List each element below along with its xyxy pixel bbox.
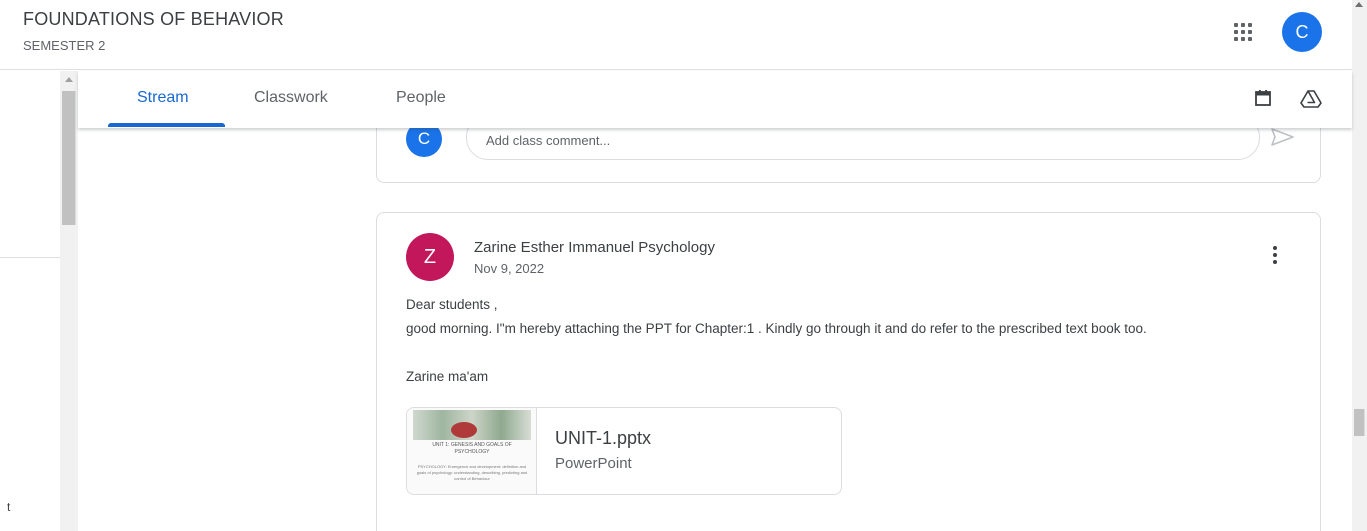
app-header: FOUNDATIONS OF BEHAVIOR SEMESTER 2 C (0, 0, 1352, 70)
post-author: Zarine Esther Immanuel Psychology (474, 239, 715, 256)
class-subtitle: SEMESTER 2 (23, 38, 106, 53)
left-panel-divider (0, 257, 60, 258)
attachment-thumbnail[interactable]: UNIT 1: GENESIS AND GOALS OF PSYCHOLOGY … (407, 408, 537, 494)
post-body-line: Dear students , (406, 297, 498, 312)
thumbnail-heading: UNIT 1: GENESIS AND GOALS OF PSYCHOLOGY (432, 442, 512, 455)
more-options-icon[interactable] (1269, 246, 1281, 270)
scrollbar-thumb[interactable] (1354, 409, 1365, 436)
scroll-up-arrow-icon[interactable] (1355, 2, 1363, 7)
post-body: Dear students , good morning. I"m hereby… (406, 293, 1286, 389)
tab-people[interactable]: People (396, 89, 446, 107)
announcement-post: Z Zarine Esther Immanuel Psychology Nov … (376, 212, 1321, 531)
attachment-type: PowerPoint (555, 455, 632, 472)
send-icon[interactable] (1270, 126, 1296, 148)
thumbnail-text: PSYCHOLOGY: Emergence and development; d… (416, 464, 528, 481)
post-date: Nov 9, 2022 (474, 261, 545, 276)
calendar-icon[interactable] (1254, 89, 1272, 107)
google-apps-icon[interactable] (1232, 21, 1254, 43)
class-title[interactable]: FOUNDATIONS OF BEHAVIOR (23, 9, 284, 30)
left-panel (0, 71, 60, 531)
page-scrollbar[interactable] (1352, 0, 1367, 531)
active-tab-indicator (108, 123, 225, 127)
author-avatar: Z (406, 233, 454, 281)
scrollbar-thumb[interactable] (62, 91, 76, 225)
scroll-up-arrow-icon[interactable] (65, 77, 73, 82)
attachment-title[interactable]: UNIT-1.pptx (555, 428, 651, 449)
account-avatar[interactable]: C (1282, 12, 1322, 52)
post-body-line: Zarine ma'am (406, 369, 489, 384)
left-panel-text: t (7, 500, 11, 514)
brain-image (451, 422, 477, 438)
tab-classwork[interactable]: Classwork (254, 89, 328, 107)
attachment-card[interactable]: UNIT 1: GENESIS AND GOALS OF PSYCHOLOGY … (406, 407, 842, 495)
tab-stream[interactable]: Stream (137, 89, 189, 107)
post-body-line: good morning. I"m hereby attaching the P… (406, 321, 1147, 336)
tab-bar: Stream Classwork People (78, 71, 1352, 128)
left-scrollbar[interactable] (60, 71, 78, 531)
google-drive-icon[interactable] (1300, 89, 1322, 109)
